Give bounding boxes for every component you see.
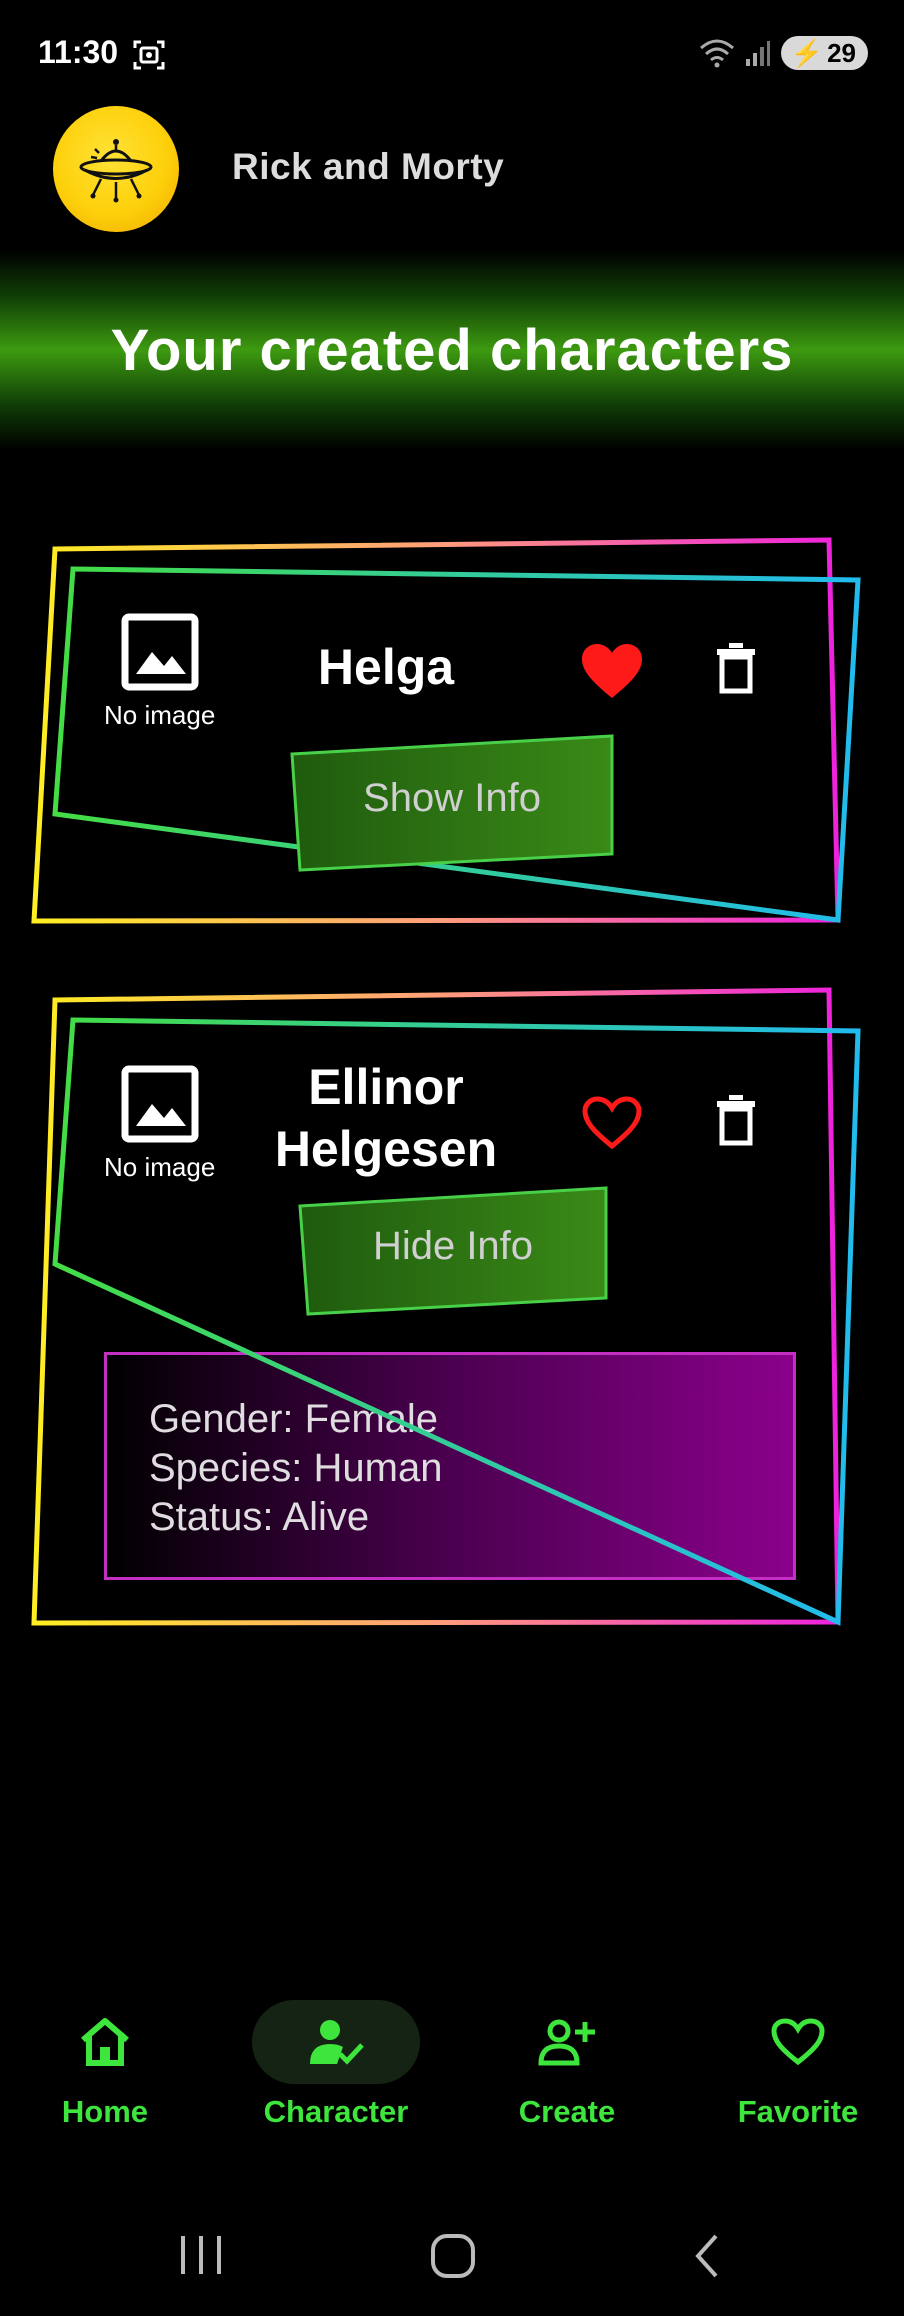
wifi-icon <box>699 39 734 68</box>
show-info-button[interactable]: Show Info <box>290 724 614 872</box>
nav-create-label: Create <box>518 2094 616 2129</box>
signal-icon <box>745 41 770 66</box>
character-name: Helga <box>317 639 455 695</box>
nav-create[interactable]: Create <box>467 2000 667 2130</box>
character-card: No image Helga Show Info <box>0 532 904 932</box>
character-info-panel: Gender: Female Species: Human Status: Al… <box>104 1352 796 1580</box>
nav-home-label: Home <box>61 2094 149 2129</box>
battery-indicator: ⚡ 29 <box>780 36 868 70</box>
back-icon[interactable] <box>690 2232 722 2280</box>
image-icon <box>121 613 199 691</box>
show-info-label: Show Info <box>363 775 541 820</box>
person-check-icon <box>310 2020 364 2065</box>
delete-trash-icon[interactable] <box>716 642 756 694</box>
page-title: Your created characters <box>110 317 794 383</box>
species-text: Species: Human <box>149 1446 443 1490</box>
status-icons: ⚡ 29 <box>699 36 868 70</box>
person-add-icon <box>538 2019 595 2066</box>
delete-trash-icon[interactable] <box>716 1094 756 1146</box>
bottom-navigation: Home Character Create Favorite <box>0 2000 904 2180</box>
no-image-label: No image <box>104 700 216 730</box>
no-image-placeholder: No image <box>104 612 215 731</box>
nav-home[interactable]: Home <box>5 2000 205 2130</box>
hide-info-button[interactable]: Hide Info <box>298 1176 608 1316</box>
recent-apps-icon[interactable] <box>178 2234 224 2276</box>
nav-favorite-label: Favorite <box>737 2094 859 2129</box>
home-system-icon[interactable] <box>430 2233 476 2279</box>
screen-record-icon <box>132 38 166 77</box>
nav-character[interactable]: Character <box>236 2000 436 2130</box>
character-name: Ellinor Helgesen <box>248 1056 524 1180</box>
image-icon <box>121 1065 199 1143</box>
battery-level: 29 <box>827 37 856 68</box>
charging-icon: ⚡ <box>790 37 824 68</box>
app-title: Rick and Morty <box>232 146 505 187</box>
character-card: No image Ellinor Helgesen Hide Info Gend… <box>0 984 904 1634</box>
no-image-placeholder: No image <box>104 1064 215 1183</box>
character-name-line2: Helgesen <box>274 1121 498 1177</box>
gender-text: Gender: Female <box>149 1397 439 1441</box>
character-name-line1: Ellinor <box>308 1059 464 1115</box>
nav-character-label: Character <box>263 2094 409 2129</box>
app-logo <box>53 106 179 232</box>
no-image-label: No image <box>104 1152 216 1182</box>
status-time: 11:30 <box>38 34 119 70</box>
heart-outline-icon <box>771 2018 825 2066</box>
favorite-heart-icon[interactable] <box>580 642 644 700</box>
home-icon <box>81 2018 129 2066</box>
favorite-heart-outline-icon[interactable] <box>580 1094 644 1152</box>
nav-favorite[interactable]: Favorite <box>698 2000 898 2130</box>
page-banner: Your created characters <box>0 250 904 450</box>
status-text: Status: Alive <box>149 1495 370 1539</box>
hide-info-label: Hide Info <box>372 1223 534 1268</box>
ufo-icon <box>79 139 153 203</box>
system-navigation-bar <box>0 2220 904 2290</box>
